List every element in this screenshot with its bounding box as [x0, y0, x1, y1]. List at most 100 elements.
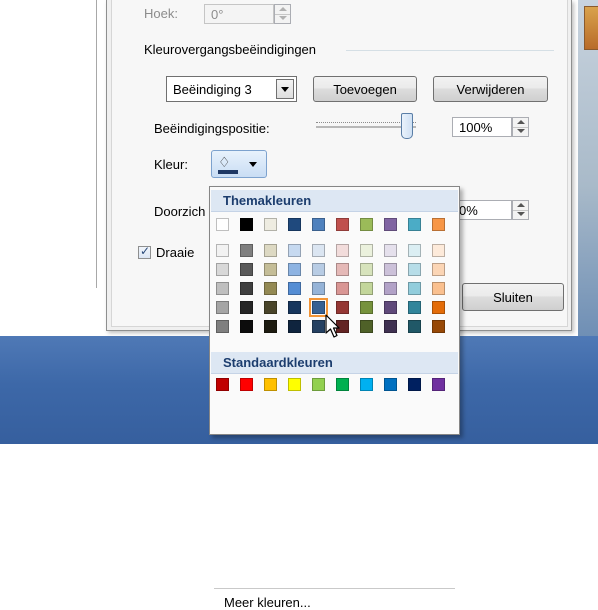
- theme-color-shade-swatch[interactable]: [408, 244, 421, 257]
- theme-color-shade-swatch[interactable]: [240, 244, 253, 257]
- theme-color-shade-swatch[interactable]: [312, 244, 325, 257]
- theme-color-shade-swatch[interactable]: [216, 282, 229, 295]
- position-slider-thumb[interactable]: [401, 113, 413, 139]
- standard-color-swatch[interactable]: [240, 378, 253, 391]
- theme-color-shade-swatch[interactable]: [288, 244, 301, 257]
- add-stop-button[interactable]: Toevoegen: [313, 76, 417, 102]
- theme-color-shade-swatch[interactable]: [216, 263, 229, 276]
- theme-color-shade-swatch[interactable]: [240, 282, 253, 295]
- transparency-label: Doorzich: [154, 204, 206, 219]
- chevron-down-icon: [249, 162, 257, 167]
- transparency-spinner[interactable]: [512, 200, 529, 220]
- theme-color-shade-swatch[interactable]: [432, 320, 445, 333]
- theme-colors-header: Themakleuren: [211, 190, 458, 212]
- standard-color-swatch[interactable]: [264, 378, 277, 391]
- theme-color-shade-swatch[interactable]: [384, 301, 397, 314]
- theme-color-shade-swatch[interactable]: [408, 301, 421, 314]
- parent-window-area: [0, 0, 97, 288]
- standard-color-swatch[interactable]: [216, 378, 229, 391]
- theme-color-shade-swatch[interactable]: [408, 263, 421, 276]
- theme-color-shade-swatch[interactable]: [360, 301, 373, 314]
- theme-color-shade-swatch[interactable]: [336, 301, 349, 314]
- theme-color-swatch[interactable]: [216, 218, 229, 231]
- theme-color-shade-swatch[interactable]: [384, 282, 397, 295]
- standard-color-swatch[interactable]: [360, 378, 373, 391]
- paint-bucket-icon: ♢: [218, 154, 231, 170]
- theme-color-shade-swatch[interactable]: [240, 301, 253, 314]
- spin-up-icon: [517, 120, 525, 124]
- theme-color-shade-swatch[interactable]: [408, 320, 421, 333]
- transparency-input[interactable]: 0%: [452, 200, 512, 220]
- theme-color-shade-swatch[interactable]: [360, 244, 373, 257]
- theme-color-shade-swatch[interactable]: [360, 263, 373, 276]
- theme-color-shade-swatch[interactable]: [288, 263, 301, 276]
- theme-color-swatch[interactable]: [432, 218, 445, 231]
- theme-color-shade-swatch[interactable]: [309, 298, 328, 317]
- remove-stop-button[interactable]: Verwijderen: [433, 76, 548, 102]
- angle-label: Hoek:: [144, 6, 178, 21]
- theme-color-shade-swatch[interactable]: [288, 320, 301, 333]
- theme-color-shade-swatch[interactable]: [264, 282, 277, 295]
- standard-color-swatch[interactable]: [384, 378, 397, 391]
- angle-input[interactable]: 0°: [204, 4, 274, 24]
- standard-color-swatch[interactable]: [312, 378, 325, 391]
- theme-color-shade-swatch[interactable]: [408, 282, 421, 295]
- mouse-pointer-icon: [325, 314, 340, 338]
- gradient-stop-select[interactable]: Beëindiging 3: [166, 76, 297, 102]
- more-colors-link[interactable]: Meer kleuren...: [224, 595, 311, 610]
- color-picker-button[interactable]: ♢: [211, 150, 267, 178]
- theme-color-shade-swatch[interactable]: [216, 301, 229, 314]
- theme-color-shade-swatch[interactable]: [288, 282, 301, 295]
- background-window-strip: [578, 0, 598, 336]
- theme-color-swatch[interactable]: [384, 218, 397, 231]
- theme-color-shade-swatch[interactable]: [240, 263, 253, 276]
- spin-down-icon: [517, 129, 525, 133]
- theme-color-shade-swatch[interactable]: [360, 282, 373, 295]
- position-spinner[interactable]: [512, 117, 529, 137]
- theme-color-shade-swatch[interactable]: [312, 282, 325, 295]
- spin-up-icon: [517, 203, 525, 207]
- theme-color-swatch[interactable]: [264, 218, 277, 231]
- theme-color-shade-swatch[interactable]: [216, 320, 229, 333]
- section-divider: [346, 50, 554, 51]
- theme-color-shade-swatch[interactable]: [432, 301, 445, 314]
- theme-color-shade-swatch[interactable]: [264, 320, 277, 333]
- theme-color-shade-swatch[interactable]: [240, 320, 253, 333]
- theme-color-shade-swatch[interactable]: [264, 263, 277, 276]
- theme-color-shade-swatch[interactable]: [384, 320, 397, 333]
- angle-spinner[interactable]: [274, 4, 291, 24]
- theme-color-shade-swatch[interactable]: [336, 282, 349, 295]
- theme-color-swatch[interactable]: [288, 218, 301, 231]
- close-button[interactable]: Sluiten: [462, 283, 564, 311]
- position-input[interactable]: 100%: [452, 117, 512, 137]
- rotate-with-shape-label: Draaie: [156, 245, 195, 260]
- standard-color-swatch[interactable]: [432, 378, 445, 391]
- standard-color-swatch[interactable]: [336, 378, 349, 391]
- theme-color-swatch[interactable]: [312, 218, 325, 231]
- theme-color-shade-swatch[interactable]: [264, 244, 277, 257]
- theme-color-shade-swatch[interactable]: [432, 282, 445, 295]
- standard-color-swatch[interactable]: [288, 378, 301, 391]
- theme-color-shade-swatch[interactable]: [432, 263, 445, 276]
- theme-color-shade-swatch[interactable]: [288, 301, 301, 314]
- theme-color-shade-swatch[interactable]: [336, 263, 349, 276]
- spin-up-icon: [279, 7, 287, 11]
- theme-color-shade-swatch[interactable]: [264, 301, 277, 314]
- rotate-with-shape-checkbox[interactable]: [138, 244, 151, 259]
- current-color-bar: [218, 170, 238, 174]
- theme-color-swatch[interactable]: [408, 218, 421, 231]
- theme-color-shade-swatch[interactable]: [312, 263, 325, 276]
- theme-color-shade-swatch[interactable]: [384, 263, 397, 276]
- theme-color-shade-swatch[interactable]: [384, 244, 397, 257]
- theme-color-swatch[interactable]: [336, 218, 349, 231]
- spin-down-icon: [279, 16, 287, 20]
- theme-color-shade-swatch[interactable]: [432, 244, 445, 257]
- theme-color-shade-swatch[interactable]: [360, 320, 373, 333]
- theme-color-shade-swatch[interactable]: [312, 320, 325, 333]
- theme-color-swatch[interactable]: [360, 218, 373, 231]
- theme-color-shade-swatch[interactable]: [336, 244, 349, 257]
- chevron-down-icon[interactable]: [276, 79, 294, 99]
- theme-color-shade-swatch[interactable]: [216, 244, 229, 257]
- theme-color-swatch[interactable]: [240, 218, 253, 231]
- standard-color-swatch[interactable]: [408, 378, 421, 391]
